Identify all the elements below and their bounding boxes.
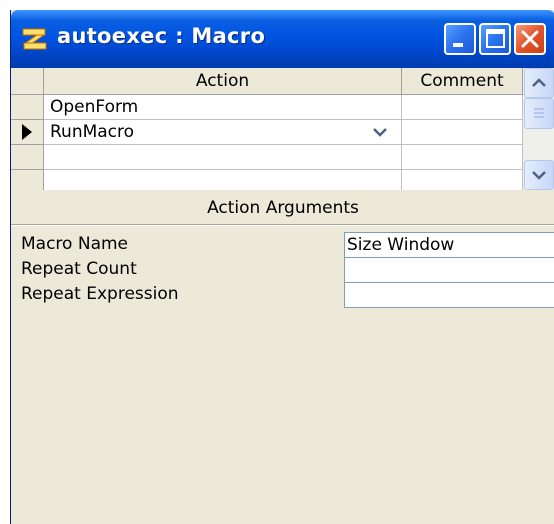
column-header-action[interactable]: Action xyxy=(44,68,402,95)
macro-name-label: Macro Name xyxy=(21,234,129,254)
macro-window: autoexec : Macro Action Comment OpenForm xyxy=(10,10,554,524)
comment-cell[interactable] xyxy=(402,120,523,145)
record-pointer-icon xyxy=(22,124,32,140)
minimize-icon xyxy=(453,43,463,47)
repeat-expression-label: Repeat Expression xyxy=(21,284,179,304)
macro-grid: Action Comment OpenForm RunMacro xyxy=(11,68,554,190)
close-button[interactable] xyxy=(514,23,546,55)
scroll-up-button[interactable] xyxy=(524,68,554,98)
action-cell[interactable] xyxy=(44,145,402,170)
window-title: autoexec : Macro xyxy=(57,24,266,48)
scroll-thumb[interactable] xyxy=(524,98,554,129)
repeat-count-field[interactable] xyxy=(344,257,554,283)
grip-icon xyxy=(534,108,544,118)
row-selector[interactable] xyxy=(11,95,44,120)
scroll-up-icon xyxy=(532,78,546,87)
maximize-icon xyxy=(486,29,505,48)
maximize-button[interactable] xyxy=(479,23,511,55)
close-icon xyxy=(521,30,539,48)
column-header-comment[interactable]: Comment xyxy=(402,68,523,95)
comment-cell[interactable] xyxy=(402,170,523,190)
action-dropdown-button[interactable] xyxy=(370,123,390,141)
dropdown-arrow-icon xyxy=(373,128,387,137)
macro-icon xyxy=(22,28,48,50)
macro-name-field[interactable]: Size Window xyxy=(344,232,554,258)
action-cell-current[interactable]: RunMacro xyxy=(44,120,402,145)
row-selector[interactable] xyxy=(11,145,44,170)
vertical-scrollbar[interactable] xyxy=(523,68,554,190)
row-selector[interactable] xyxy=(11,170,44,190)
row-selector-current[interactable] xyxy=(11,120,44,145)
action-cell[interactable]: OpenForm xyxy=(44,95,402,120)
minimize-button[interactable] xyxy=(444,23,476,55)
repeat-expression-field[interactable] xyxy=(344,282,554,308)
comment-cell[interactable] xyxy=(402,95,523,120)
scroll-down-icon xyxy=(532,171,546,180)
scroll-down-button[interactable] xyxy=(524,160,554,190)
comment-cell[interactable] xyxy=(402,145,523,170)
action-cell[interactable] xyxy=(44,170,402,190)
action-cell-value: RunMacro xyxy=(50,122,135,142)
action-arguments-heading: Action Arguments xyxy=(207,198,359,218)
divider xyxy=(11,224,554,226)
title-bar[interactable]: autoexec : Macro xyxy=(11,10,554,68)
repeat-count-label: Repeat Count xyxy=(21,259,137,279)
grid-corner[interactable] xyxy=(11,68,44,95)
